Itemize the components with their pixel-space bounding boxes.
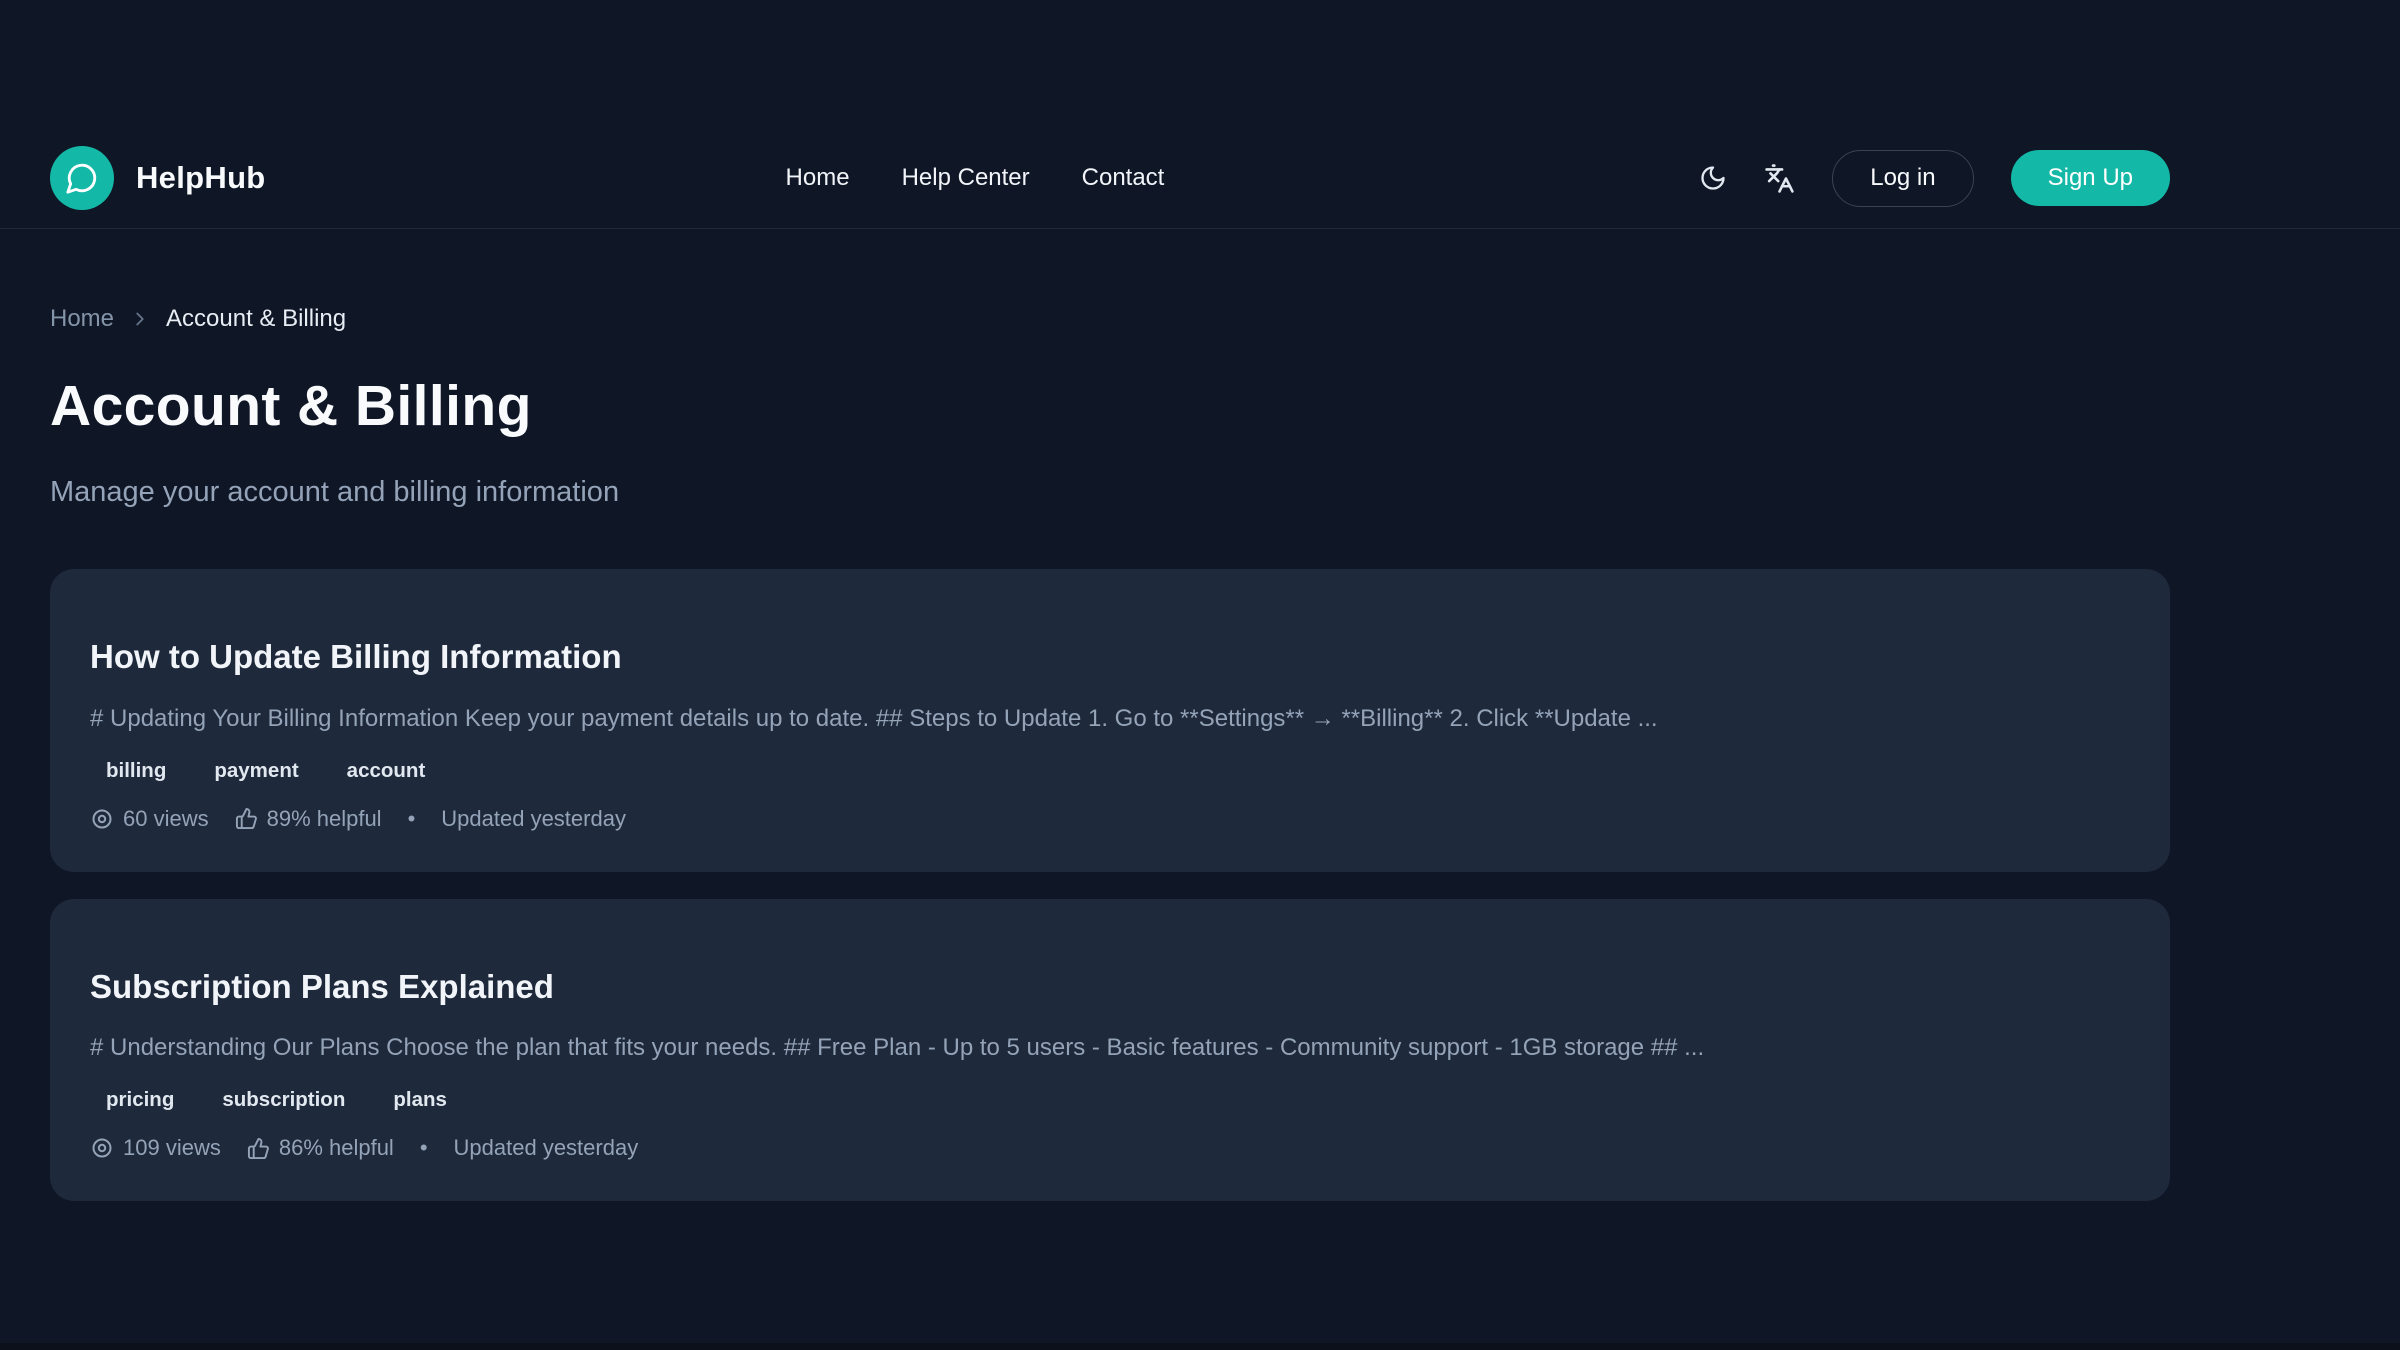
article-list: How to Update Billing Information # Upda… bbox=[50, 569, 2170, 1201]
thumbs-up-icon bbox=[235, 807, 258, 830]
chevron-right-icon bbox=[129, 308, 151, 330]
breadcrumb-current: Account & Billing bbox=[166, 305, 346, 333]
tag[interactable]: pricing bbox=[90, 1084, 190, 1116]
thumbs-up-icon bbox=[247, 1137, 270, 1160]
tag[interactable]: payment bbox=[198, 755, 314, 787]
meta-separator: • bbox=[408, 806, 416, 832]
meta-separator: • bbox=[420, 1135, 428, 1161]
moon-icon bbox=[1699, 164, 1727, 192]
views-count: 109 views bbox=[123, 1135, 221, 1161]
helpful-percent: 86% helpful bbox=[279, 1135, 394, 1161]
nav-link-contact[interactable]: Contact bbox=[1082, 164, 1165, 192]
chat-bubble-icon bbox=[50, 146, 114, 210]
brand-name: HelpHub bbox=[136, 160, 266, 196]
top-navbar: HelpHub Home Help Center Contact bbox=[0, 0, 2400, 229]
article-title: Subscription Plans Explained bbox=[90, 968, 2130, 1006]
theme-toggle-button[interactable] bbox=[1699, 164, 1727, 192]
languages-icon bbox=[1764, 163, 1795, 194]
tag[interactable]: plans bbox=[377, 1084, 463, 1116]
nav-link-help-center[interactable]: Help Center bbox=[902, 164, 1030, 192]
nav-link-home[interactable]: Home bbox=[786, 164, 850, 192]
article-excerpt: # Understanding Our Plans Choose the pla… bbox=[90, 1033, 2130, 1063]
article-title: How to Update Billing Information bbox=[90, 638, 2130, 676]
page-title: Account & Billing bbox=[50, 375, 2170, 438]
tag[interactable]: account bbox=[331, 755, 442, 787]
views-meta: 109 views bbox=[90, 1135, 221, 1161]
article-tags: pricing subscription plans bbox=[90, 1084, 2130, 1116]
eye-icon bbox=[90, 1136, 114, 1160]
article-card[interactable]: How to Update Billing Information # Upda… bbox=[50, 569, 2170, 872]
article-meta: 60 views 89% helpful • Updated yesterday bbox=[90, 806, 2130, 832]
page-content: Home Account & Billing Account & Billing… bbox=[0, 305, 2400, 1201]
updated-text: Updated yesterday bbox=[454, 1135, 639, 1161]
article-meta: 109 views 86% helpful • Updated yesterda… bbox=[90, 1135, 2130, 1161]
navbar-row: HelpHub Home Help Center Contact bbox=[50, 146, 2170, 210]
page-subtitle: Manage your account and billing informat… bbox=[50, 476, 2170, 509]
helpful-percent: 89% helpful bbox=[267, 806, 382, 832]
helpful-meta: 86% helpful bbox=[247, 1135, 394, 1161]
helpful-meta: 89% helpful bbox=[235, 806, 382, 832]
brand-logo[interactable]: HelpHub bbox=[50, 146, 266, 210]
signup-button[interactable]: Sign Up bbox=[2011, 150, 2170, 206]
main-nav: Home Help Center Contact bbox=[786, 164, 1165, 192]
eye-icon bbox=[90, 807, 114, 831]
article-card[interactable]: Subscription Plans Explained # Understan… bbox=[50, 899, 2170, 1202]
breadcrumb-home-link[interactable]: Home bbox=[50, 305, 114, 333]
footer-edge bbox=[0, 1343, 2400, 1350]
breadcrumb: Home Account & Billing bbox=[50, 305, 2170, 333]
views-meta: 60 views bbox=[90, 806, 209, 832]
language-toggle-button[interactable] bbox=[1764, 163, 1795, 194]
article-tags: billing payment account bbox=[90, 755, 2130, 787]
navbar-actions: Log in Sign Up bbox=[1699, 150, 2170, 207]
tag[interactable]: billing bbox=[90, 755, 182, 787]
updated-text: Updated yesterday bbox=[441, 806, 626, 832]
tag[interactable]: subscription bbox=[206, 1084, 361, 1116]
views-count: 60 views bbox=[123, 806, 209, 832]
article-excerpt: # Updating Your Billing Information Keep… bbox=[90, 704, 2130, 734]
login-button[interactable]: Log in bbox=[1832, 150, 1973, 207]
